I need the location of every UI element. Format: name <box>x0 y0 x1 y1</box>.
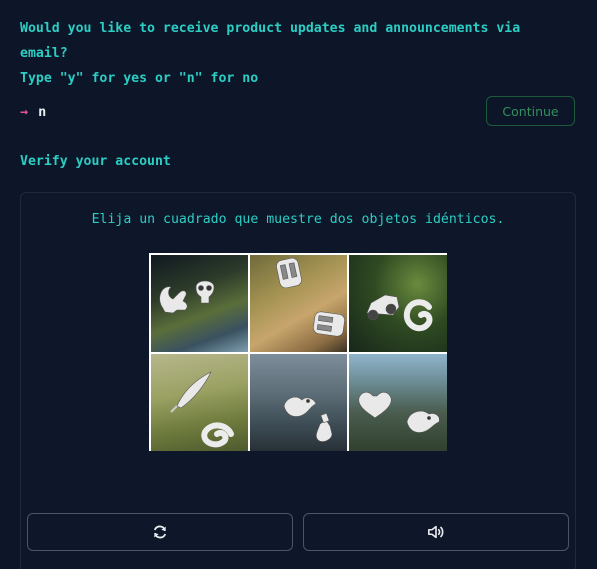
answer-row: → n <box>20 101 46 123</box>
captcha-tile-4[interactable] <box>151 354 248 451</box>
captcha-tile-1[interactable] <box>151 255 248 352</box>
bottle-icon <box>316 412 333 442</box>
heart-icon <box>358 391 392 419</box>
audio-captcha-button[interactable] <box>303 513 569 551</box>
captcha-tile-5[interactable] <box>250 354 347 451</box>
captcha-tile-3[interactable] <box>349 255 447 352</box>
captcha-grid <box>149 253 447 451</box>
bird-icon <box>406 410 440 433</box>
captcha-tile-6[interactable] <box>349 354 447 451</box>
prompt-arrow-icon: → <box>20 104 29 120</box>
question-line-3: Type "y" for yes or "n" for no <box>20 71 259 86</box>
skull-icon <box>195 280 215 304</box>
spiral-shell-icon <box>201 422 234 448</box>
question-line-1: Would you like to receive product update… <box>20 21 521 36</box>
squirrel-icon <box>159 286 188 314</box>
captcha-tile-2[interactable] <box>250 255 347 352</box>
car-icon <box>366 294 400 321</box>
verify-heading: Verify your account <box>20 154 171 169</box>
captcha-panel: Elija un cuadrado que muestre dos objeto… <box>20 192 576 569</box>
question-line-2: email? <box>20 46 68 61</box>
refresh-icon <box>154 525 166 539</box>
refresh-captcha-button[interactable] <box>27 513 293 551</box>
setup-screen: Would you like to receive product update… <box>0 0 597 569</box>
feather-icon <box>170 371 212 413</box>
astronaut-icon <box>276 257 302 289</box>
spiral-shell-icon <box>403 299 433 332</box>
bird-icon <box>283 396 317 417</box>
captcha-instruction: Elija un cuadrado que muestre dos objeto… <box>91 212 505 227</box>
email-updates-question: Would you like to receive product update… <box>20 16 580 91</box>
speaker-icon <box>427 525 444 539</box>
answer-value[interactable]: n <box>38 104 46 120</box>
continue-button[interactable]: Continue <box>486 96 575 126</box>
astronaut-icon <box>313 311 345 337</box>
